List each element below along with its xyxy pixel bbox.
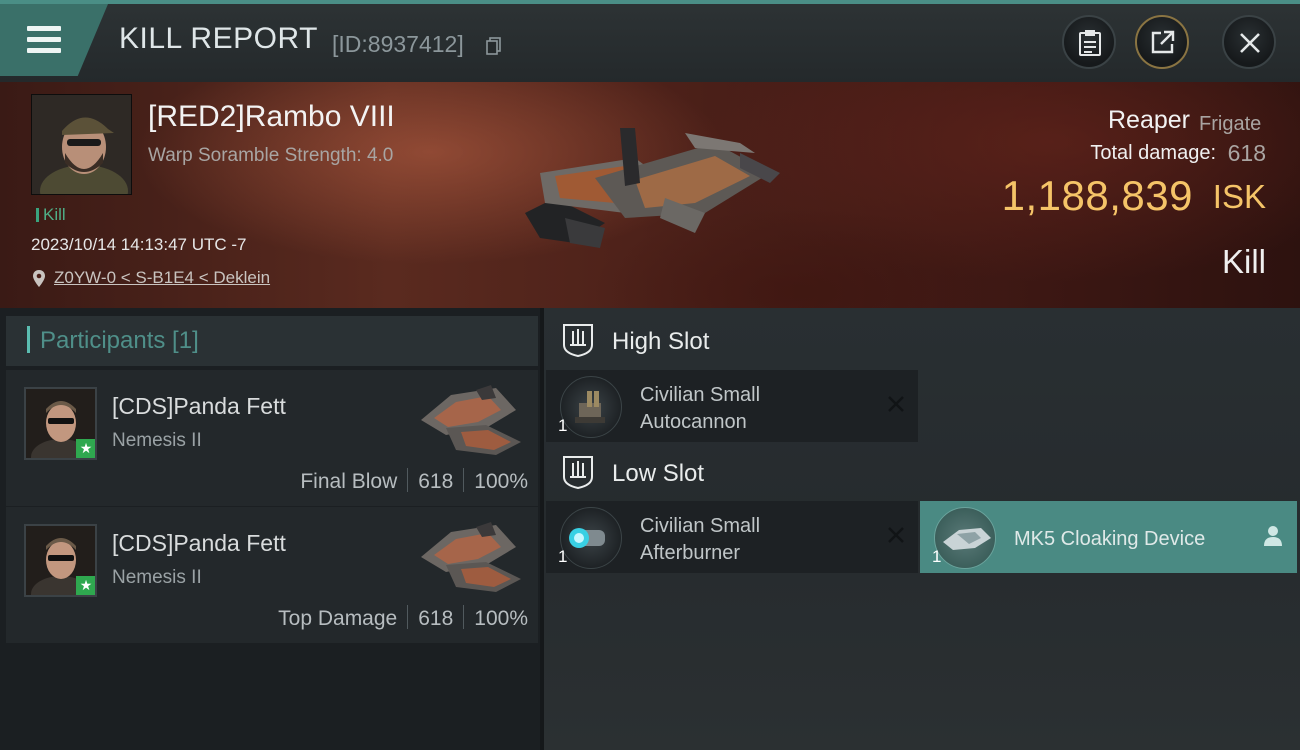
participant-role: Final Blow bbox=[300, 470, 398, 493]
kill-datetime: 2023/10/14 14:13:47 UTC -7 bbox=[31, 235, 247, 254]
warp-scramble-strength: Warp Soramble Strength: 4.0 bbox=[148, 145, 394, 166]
destroyed-x-icon bbox=[888, 527, 904, 543]
participant-damage: 618 bbox=[418, 607, 454, 630]
autocannon-icon bbox=[560, 376, 622, 438]
participant-card[interactable]: ★ [CDS]Panda Fett Nemesis II Top Damage 6… bbox=[6, 507, 538, 643]
module-quantity: 1 bbox=[932, 547, 942, 566]
participants-title: Participants [1] bbox=[40, 327, 199, 354]
participant-stats: Top Damage 618 100% bbox=[278, 605, 528, 631]
location-link[interactable]: Z0YW-0 < S-B1E4 < Deklein bbox=[54, 268, 270, 288]
module-slot-low-2[interactable]: 1 MK5 Cloaking Device bbox=[920, 501, 1297, 573]
participants-header-marker bbox=[27, 326, 30, 353]
menu-icon bbox=[27, 26, 61, 31]
low-slot-title: Low Slot bbox=[612, 460, 705, 487]
module-name: Civilian Small Afterburner bbox=[640, 515, 761, 564]
star-icon: ★ bbox=[76, 439, 95, 458]
module-quantity: 1 bbox=[558, 547, 568, 566]
kill-tag: Kill bbox=[43, 205, 66, 224]
module-slot-high-1[interactable]: 1 Civilian Small Autocannon bbox=[546, 370, 918, 442]
high-slot-title: High Slot bbox=[612, 328, 710, 355]
participant-name: [CDS]Panda Fett bbox=[112, 393, 286, 419]
page-title: KILL REPORT bbox=[119, 22, 318, 55]
participant-ship: Nemesis II bbox=[112, 567, 202, 588]
clipboard-icon bbox=[1079, 30, 1101, 56]
high-slot-icon bbox=[563, 324, 593, 357]
cloaking-device-icon bbox=[934, 507, 996, 569]
person-icon[interactable] bbox=[1263, 525, 1283, 547]
participant-ship-image bbox=[421, 385, 521, 455]
victim-name: [RED2]Rambo VIII bbox=[148, 100, 395, 133]
clipboard-button[interactable] bbox=[1062, 15, 1116, 69]
participant-damage: 618 bbox=[418, 470, 454, 493]
participant-ship-image bbox=[421, 522, 521, 592]
participant-percent: 100% bbox=[474, 607, 528, 630]
participant-percent: 100% bbox=[474, 470, 528, 493]
participant-card[interactable]: ★ [CDS]Panda Fett Nemesis II Final Blow 6… bbox=[6, 370, 538, 506]
low-slot-icon bbox=[563, 456, 593, 489]
close-icon bbox=[1240, 33, 1260, 53]
afterburner-icon bbox=[560, 507, 622, 569]
header-accent-line bbox=[0, 0, 1300, 4]
victim-ship-name: Reaper bbox=[1108, 106, 1190, 134]
close-button[interactable] bbox=[1222, 15, 1276, 69]
module-slot-low-1[interactable]: 1 Civilian Small Afterburner bbox=[546, 501, 918, 573]
star-icon: ★ bbox=[76, 576, 95, 595]
participant-portrait: ★ bbox=[24, 524, 97, 597]
participant-stats: Final Blow 618 100% bbox=[300, 468, 528, 494]
participant-portrait: ★ bbox=[24, 387, 97, 460]
report-id: [ID:8937412] bbox=[332, 31, 464, 57]
victim-ship-image bbox=[525, 128, 780, 248]
victim-portrait[interactable] bbox=[31, 94, 132, 195]
external-link-icon bbox=[1151, 30, 1175, 54]
copy-icon[interactable] bbox=[486, 37, 502, 55]
destroyed-x-icon bbox=[888, 396, 904, 412]
kill-result: Kill bbox=[1221, 243, 1266, 280]
victim-ship-class: Frigate bbox=[1199, 113, 1262, 135]
location-pin-icon bbox=[33, 270, 45, 287]
participant-ship: Nemesis II bbox=[112, 430, 202, 451]
isk-unit: ISK bbox=[1212, 178, 1266, 215]
total-damage-value: 618 bbox=[1227, 140, 1266, 166]
isk-value: 1,188,839 bbox=[1001, 172, 1193, 219]
participant-role: Top Damage bbox=[278, 607, 398, 630]
module-quantity: 1 bbox=[558, 416, 568, 435]
module-name: Civilian Small Autocannon bbox=[640, 384, 761, 433]
share-button[interactable] bbox=[1135, 15, 1189, 69]
module-name: MK5 Cloaking Device bbox=[1014, 528, 1206, 550]
total-damage-label: Total damage: bbox=[1090, 142, 1216, 164]
kill-tag-marker bbox=[36, 208, 39, 222]
participant-name: [CDS]Panda Fett bbox=[112, 530, 286, 556]
